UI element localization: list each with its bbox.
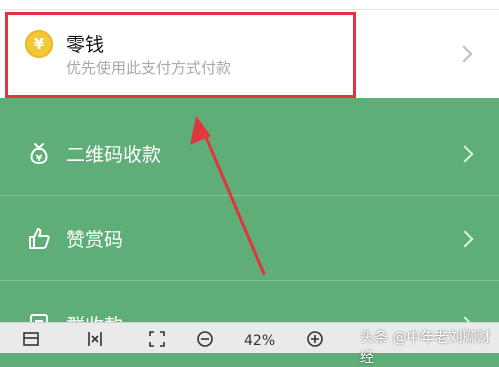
money-bag-icon <box>30 143 48 164</box>
chevron-right-icon <box>456 230 474 248</box>
qr-collect-label: 二维码收款 <box>66 144 162 166</box>
top-strip <box>0 0 499 10</box>
highlight-box <box>5 12 356 98</box>
chevron-right-icon <box>456 145 474 163</box>
zoom-out-icon[interactable] <box>196 330 214 348</box>
fit-width-icon[interactable] <box>86 330 104 348</box>
row-divider <box>0 280 499 281</box>
watermark: 头条 @中年老刘聊财经 <box>360 330 491 366</box>
row-divider <box>0 195 499 196</box>
reward-code-label: 赞赏码 <box>66 229 124 251</box>
zoom-level: 42% <box>244 333 276 349</box>
zoom-in-icon[interactable] <box>306 330 324 348</box>
qr-collect-item[interactable]: 二维码收款 <box>0 112 499 196</box>
thumbs-up-icon <box>29 228 50 249</box>
fullscreen-icon[interactable] <box>148 330 166 348</box>
viewer-toolbar: 42% 头条 @中年老刘聊财经 <box>0 322 499 366</box>
reward-code-item[interactable]: 赞赏码 <box>0 197 499 281</box>
panel-icon[interactable] <box>22 330 40 348</box>
chevron-right-icon <box>455 45 473 63</box>
